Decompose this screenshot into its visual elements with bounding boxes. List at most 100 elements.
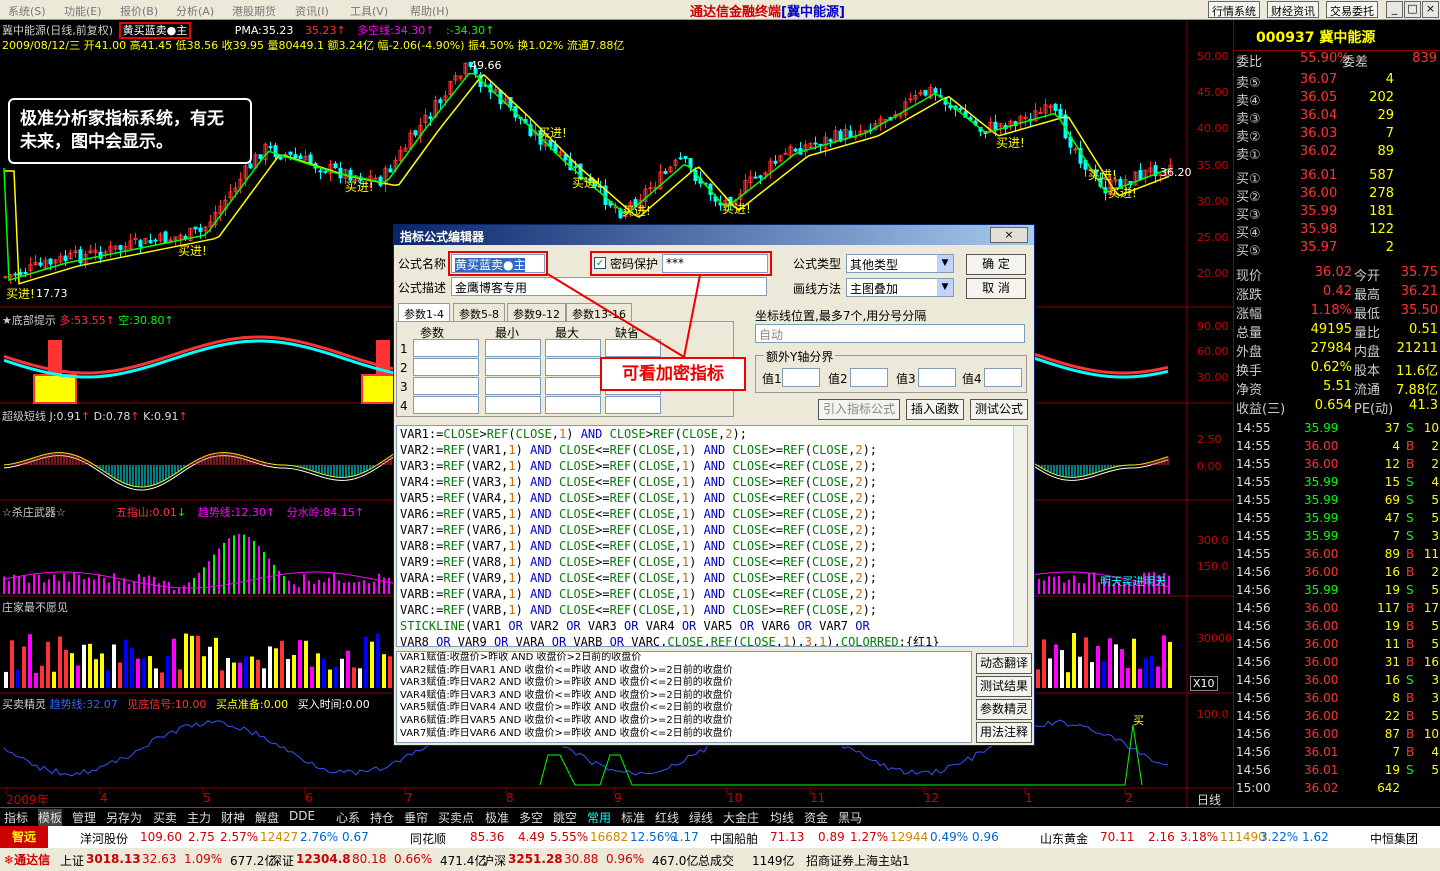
indicator-tab[interactable]: 黑马	[838, 809, 862, 826]
bid-row[interactable]: 买① 36.01 587	[1234, 168, 1440, 187]
indicator-tab[interactable]: 垂帘	[404, 809, 428, 826]
menu-futures[interactable]: 港股期货	[232, 3, 276, 19]
ticker-item[interactable]: 中恒集团	[1370, 830, 1418, 847]
dynamic-translate-button[interactable]: 动态翻译	[976, 653, 1032, 674]
index-field[interactable]: 3018.13	[86, 852, 141, 866]
ticker-field[interactable]: 1.62	[1302, 830, 1329, 844]
menu-help[interactable]: 帮助(H)	[410, 3, 449, 19]
indicator-tab[interactable]: 红线	[655, 809, 679, 826]
indicator-tab[interactable]: DDE	[289, 809, 315, 823]
ticker-field[interactable]: 3.18%	[1180, 830, 1218, 844]
indicator-tab[interactable]: 主力	[187, 809, 211, 826]
index-field[interactable]: 深证	[270, 852, 294, 869]
indicator-tab[interactable]: 绿线	[689, 809, 713, 826]
indicator-tab[interactable]: 均线	[770, 809, 794, 826]
ticker-field[interactable]: 0.96	[972, 830, 999, 844]
ticker-field[interactable]: 0.49%	[930, 830, 968, 844]
indicator-tab[interactable]: 多空	[519, 809, 543, 826]
indicator-tab[interactable]: 跳空	[553, 809, 577, 826]
index-field[interactable]: 471.4亿	[440, 852, 486, 869]
bid-row[interactable]: 买③ 35.99 181	[1234, 204, 1440, 223]
ticker-field[interactable]: 85.36	[470, 830, 504, 844]
ticker-field[interactable]: 109.60	[140, 830, 182, 844]
close-icon[interactable]: ×	[1422, 1, 1439, 18]
trade-order-button[interactable]: 交易委托	[1326, 1, 1378, 18]
index-field[interactable]: 1.09%	[184, 852, 222, 866]
ticker-field[interactable]: 4.49	[518, 830, 545, 844]
indicator-tab[interactable]: 买卖点	[438, 809, 474, 826]
menu-quote[interactable]: 报价(B)	[120, 3, 158, 19]
code-scrollbar[interactable]	[1013, 426, 1027, 646]
indicator-tab[interactable]: 另存为	[106, 809, 142, 826]
period-label[interactable]: 日线	[1197, 791, 1221, 808]
formula-code-editor[interactable]: VAR1:=CLOSE>REF(CLOSE,1) AND CLOSE>REF(C…	[396, 425, 1028, 647]
menu-system[interactable]: 系统(S)	[8, 3, 46, 19]
indicator-tab[interactable]: 指标	[4, 809, 28, 826]
ticker-field[interactable]: 12944	[890, 830, 928, 844]
ticker-field[interactable]: 中国船舶	[710, 830, 758, 847]
ticker-field[interactable]: 1.17	[672, 830, 699, 844]
ticker-field[interactable]: 12427	[260, 830, 298, 844]
index-field[interactable]: 80.18	[352, 852, 386, 866]
ask-row[interactable]: 卖④ 36.05 202	[1234, 90, 1440, 109]
indicator-tab[interactable]: 买卖	[153, 809, 177, 826]
index-field[interactable]: 上证	[60, 852, 84, 869]
ask-row[interactable]: 卖① 36.02 89	[1234, 144, 1440, 163]
index-field[interactable]: 32.63	[142, 852, 176, 866]
menu-info[interactable]: 资讯(I)	[295, 3, 329, 19]
ticker-field[interactable]: 2.76%	[300, 830, 338, 844]
index-field[interactable]: 0.66%	[394, 852, 432, 866]
bid-row[interactable]: 买④ 35.98 122	[1234, 222, 1440, 241]
last-price-label: 36.20	[1160, 166, 1192, 179]
indicator-tab[interactable]: 资金	[804, 809, 828, 826]
indicator-tab[interactable]: 极准	[485, 809, 509, 826]
menu-function[interactable]: 功能(E)	[64, 3, 102, 19]
ticker-field[interactable]: 2.16	[1148, 830, 1175, 844]
indicator-tab[interactable]: 大金庄	[723, 809, 759, 826]
finance-news-button[interactable]: 财经资讯	[1267, 1, 1319, 18]
ticker-field[interactable]: 洋河股份	[80, 830, 128, 847]
ask-row[interactable]: 卖② 36.03 7	[1234, 126, 1440, 145]
indicator-tab[interactable]: 管理	[72, 809, 96, 826]
test-result-button[interactable]: 测试结果	[976, 676, 1032, 697]
ticker-field[interactable]: 0.89	[818, 830, 845, 844]
ticker-field[interactable]: 71.13	[770, 830, 804, 844]
bid-row[interactable]: 买⑤ 35.97 2	[1234, 240, 1440, 259]
ticker-field[interactable]: 5.55%	[550, 830, 588, 844]
indicator-tab[interactable]: 财神	[221, 809, 245, 826]
menu-analysis[interactable]: 分析(A)	[176, 3, 214, 19]
ticker-field[interactable]: 16682	[590, 830, 628, 844]
indicator-tab[interactable]: 持仓	[370, 809, 394, 826]
ticker-field[interactable]: 0.67	[342, 830, 369, 844]
ask-row[interactable]: 卖③ 36.04 29	[1234, 108, 1440, 127]
index-field[interactable]: 467.0亿	[652, 852, 698, 869]
usage-notes-button[interactable]: 用法注释	[976, 722, 1032, 743]
ticker-field[interactable]: 2.75	[188, 830, 215, 844]
ticker-field[interactable]: 111490	[1220, 830, 1266, 844]
ticker-field[interactable]: 1.27%	[850, 830, 888, 844]
ticker-field[interactable]: 12.56%	[630, 830, 676, 844]
ticker-field[interactable]: 山东黄金	[1040, 830, 1088, 847]
bid-row[interactable]: 买② 36.00 278	[1234, 186, 1440, 205]
minimize-icon[interactable]: _	[1386, 1, 1403, 18]
market-system-button[interactable]: 行情系统	[1208, 1, 1260, 18]
maximize-icon[interactable]: □	[1404, 1, 1421, 18]
indicator-tab[interactable]: 标准	[621, 809, 645, 826]
index-field[interactable]: 3251.28	[508, 852, 563, 866]
ticker-field[interactable]: 3.22%	[1260, 830, 1298, 844]
param-wizard-button[interactable]: 参数精灵	[976, 699, 1032, 720]
indicator-tab[interactable]: 模板	[38, 809, 63, 826]
formula-translation[interactable]: VAR1赋值:收盘价>昨收 AND 收盘价>2日前的收盘价 VAR2赋值:昨日VA…	[396, 651, 972, 743]
indicator-tab[interactable]: 解盘	[255, 809, 279, 826]
index-field[interactable]: 12304.8	[296, 852, 351, 866]
ticker-field[interactable]: 2.57%	[220, 830, 258, 844]
menu-tools[interactable]: 工具(V)	[350, 3, 388, 19]
ticker-field[interactable]: 70.11	[1100, 830, 1134, 844]
index-field[interactable]: 30.88	[564, 852, 598, 866]
indicator-tab[interactable]: 心系	[336, 809, 360, 826]
ask-row[interactable]: 卖⑤ 36.07 4	[1234, 72, 1440, 91]
index-field[interactable]: 0.96%	[606, 852, 644, 866]
index-field[interactable]: 沪深	[482, 852, 506, 869]
indicator-tab[interactable]: 常用	[587, 809, 611, 826]
ticker-field[interactable]: 同花顺	[410, 830, 446, 847]
